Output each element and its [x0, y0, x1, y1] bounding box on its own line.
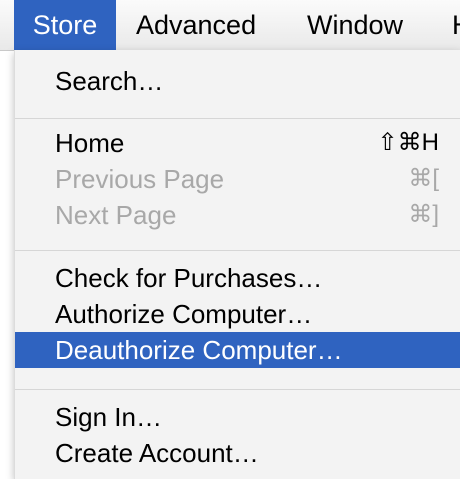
menu-item-deauthorize-computer[interactable]: Deauthorize Computer… [15, 332, 460, 368]
menu-help[interactable]: H [452, 0, 460, 50]
menu-bar: Store Advanced Window H [0, 0, 460, 51]
shortcut-label: ⌘] [408, 201, 439, 228]
menu-separator [15, 389, 460, 390]
shortcut-label: ⇧⌘H [377, 129, 439, 156]
shortcut-label: ⌘[ [408, 165, 439, 192]
menu-item-home[interactable]: Home ⇧⌘H [15, 125, 460, 161]
menu-item-create-account[interactable]: Create Account… [15, 435, 460, 471]
menu-window[interactable]: Window [307, 0, 403, 50]
menu-item-label: Authorize Computer… [55, 299, 313, 329]
menu-separator [15, 118, 460, 119]
menu-item-label: Sign In… [55, 402, 162, 432]
menu-separator [15, 250, 460, 251]
menu-item-label: Deauthorize Computer… [55, 335, 343, 365]
menu-advanced[interactable]: Advanced [136, 0, 256, 50]
menu-item-label: Home [55, 128, 125, 158]
menu-item-next-page[interactable]: Next Page ⌘] [15, 197, 460, 233]
menu-item-label: Next Page [55, 200, 177, 230]
menu-item-check-for-purchases[interactable]: Check for Purchases… [15, 260, 460, 296]
menu-item-label: Check for Purchases… [55, 263, 323, 293]
menu-item-search[interactable]: Search… [15, 63, 460, 99]
store-dropdown-menu: Search… Home ⇧⌘H Previous Page ⌘[ Next P… [14, 50, 460, 479]
menu-item-authorize-computer[interactable]: Authorize Computer… [15, 296, 460, 332]
menu-item-label: Search… [55, 66, 164, 96]
menu-item-sign-in[interactable]: Sign In… [15, 399, 460, 435]
menu-item-label: Previous Page [55, 164, 225, 194]
menu-item-label: Create Account… [55, 438, 259, 468]
menu-store[interactable]: Store [14, 0, 116, 50]
menu-item-previous-page[interactable]: Previous Page ⌘[ [15, 161, 460, 197]
